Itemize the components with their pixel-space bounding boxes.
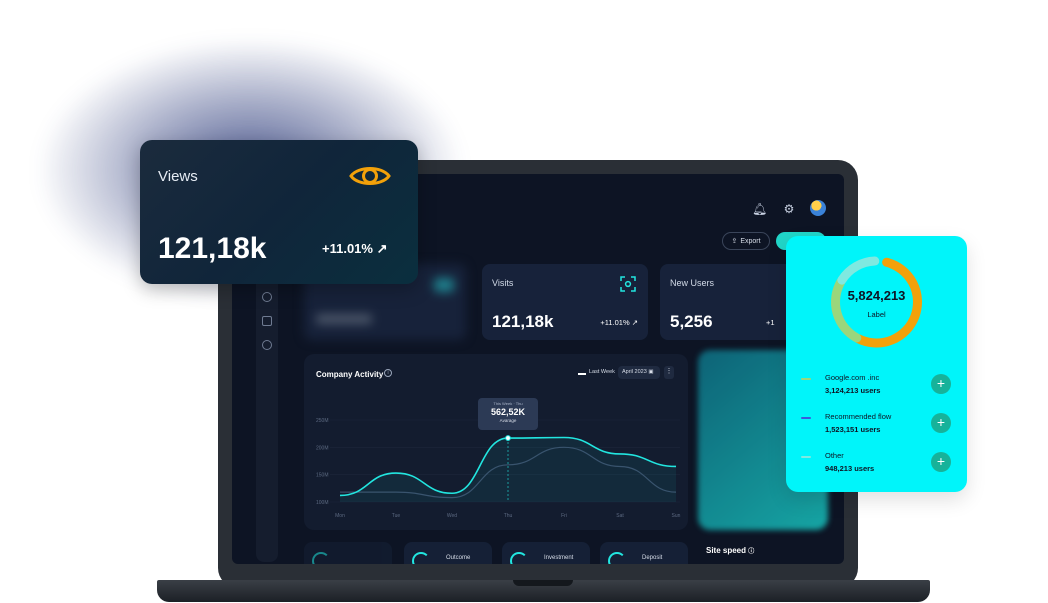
x-tick-label: Wed — [447, 513, 457, 519]
tooltip-caption: This Week · Thu — [493, 401, 523, 406]
bottom-card-investment[interactable]: Investment — [502, 542, 590, 564]
date-value: April 2023 — [622, 369, 647, 375]
bottom-card-outcome[interactable]: Outcome — [404, 542, 492, 564]
activity-chart: 100M 150M 200M 250M Mon Tue Wed Thu Fri Sat Sun — [316, 418, 681, 519]
stat-change: +1 — [766, 318, 775, 327]
calendar-icon: ▣ — [648, 369, 654, 375]
legend-item-other: Other 948,213 users + — [786, 450, 967, 484]
avatar[interactable] — [810, 200, 826, 216]
site-speed-title: Site speed ⓘ — [706, 546, 755, 555]
y-tick-label: 200M — [316, 445, 329, 451]
bottom-card-label: Deposit — [642, 555, 663, 561]
legend-users: 1,523,151 users — [825, 425, 881, 434]
blurred-badge — [434, 278, 454, 292]
company-activity-card: 100M 150M 200M 250M Mon Tue Wed Thu Fri Sat Sun Co… — [304, 354, 688, 530]
sidebar-clock-icon[interactable] — [262, 340, 272, 350]
scan-icon — [620, 276, 636, 292]
export-button[interactable]: ⇪ Export — [722, 232, 770, 250]
legend-line — [578, 373, 586, 375]
sidebar-users-icon[interactable] — [262, 316, 272, 326]
sidebar — [256, 274, 278, 562]
bell-icon[interactable]: 🔔︎ — [752, 202, 767, 216]
views-change: +11.01% ↗ — [322, 241, 388, 256]
traffic-source-card[interactable]: 5,824,213 Label Google.com .inc 3,124,21… — [786, 236, 967, 492]
legend-name: Google.com .inc — [825, 373, 880, 382]
x-tick-label: Thu — [504, 513, 513, 519]
donut-total: 5,824,213 — [847, 288, 906, 303]
laptop-base — [157, 580, 930, 602]
legend-users: 3,124,213 users — [825, 386, 881, 395]
stat-change: +11.01% ↗ — [600, 318, 638, 327]
bottom-card-deposit[interactable]: Deposit — [600, 542, 688, 564]
progress-ring — [608, 552, 626, 564]
bottom-card-blurred — [304, 542, 392, 564]
laptop-notch — [513, 580, 573, 586]
x-tick-label: Tue — [392, 513, 401, 519]
hover-point[interactable] — [505, 435, 511, 441]
x-tick-label: Fri — [561, 513, 567, 519]
gear-icon[interactable]: ⚙ — [782, 202, 796, 216]
progress-ring — [312, 552, 330, 564]
x-tick-label: Sat — [616, 513, 624, 519]
x-tick-label: Sun — [672, 513, 681, 519]
date-picker[interactable]: April 2023 ▣ — [618, 366, 660, 379]
tooltip-sub: Avarage — [499, 418, 517, 423]
add-icon[interactable]: + — [931, 413, 951, 433]
sidebar-apple-icon[interactable] — [262, 292, 272, 302]
blurred-value — [316, 314, 372, 324]
legend-label: Last Week — [589, 369, 615, 375]
stat-label: Visits — [492, 278, 514, 288]
more-icon[interactable]: ⋮ — [664, 366, 674, 379]
legend-name: Recommended flow — [825, 412, 892, 421]
bottom-card-label: Investment — [544, 555, 574, 561]
add-icon[interactable]: + — [931, 374, 951, 394]
donut-label: Label — [867, 310, 886, 319]
bottom-card-label: Outcome — [446, 555, 471, 561]
x-tick-label: Mon — [335, 513, 345, 519]
export-label: Export — [740, 237, 761, 245]
y-tick-label: 100M — [316, 500, 329, 506]
legend-users: 948,213 users — [825, 464, 875, 473]
trend-up-icon: ↗ — [376, 241, 388, 256]
eye-icon — [349, 167, 391, 185]
legend-name: Other — [825, 451, 844, 460]
legend-dash — [801, 417, 811, 419]
chart-tooltip: This Week · Thu 562,52K Avarage — [478, 398, 538, 430]
tooltip-value: 562,52K — [490, 407, 526, 417]
stat-card-visits[interactable]: Visits 121,18k +11.01% ↗ — [482, 264, 648, 340]
views-card[interactable]: Views 121,18k +11.01% ↗ — [140, 140, 418, 284]
y-tick-label: 250M — [316, 418, 329, 424]
info-icon[interactable]: ⓘ — [748, 549, 754, 555]
export-icon: ⇪ — [731, 238, 738, 245]
views-title: Views — [158, 168, 198, 185]
info-icon[interactable]: i — [384, 369, 392, 377]
y-tick-label: 150M — [316, 473, 329, 479]
stat-label: New Users — [670, 278, 715, 288]
activity-title: Company Activity — [316, 370, 384, 379]
progress-ring — [510, 552, 528, 564]
legend-item-recommended: Recommended flow 1,523,151 users + — [786, 411, 967, 445]
stat-value: 121,18k — [492, 312, 554, 331]
progress-ring — [412, 552, 430, 564]
legend-dash — [801, 378, 811, 380]
add-icon[interactable]: + — [931, 452, 951, 472]
views-value: 121,18k — [158, 232, 267, 265]
legend-dash — [801, 456, 811, 458]
stat-value: 5,256 — [670, 312, 713, 331]
legend-item-google: Google.com .inc 3,124,213 users + — [786, 372, 967, 406]
donut-slice — [837, 256, 880, 285]
